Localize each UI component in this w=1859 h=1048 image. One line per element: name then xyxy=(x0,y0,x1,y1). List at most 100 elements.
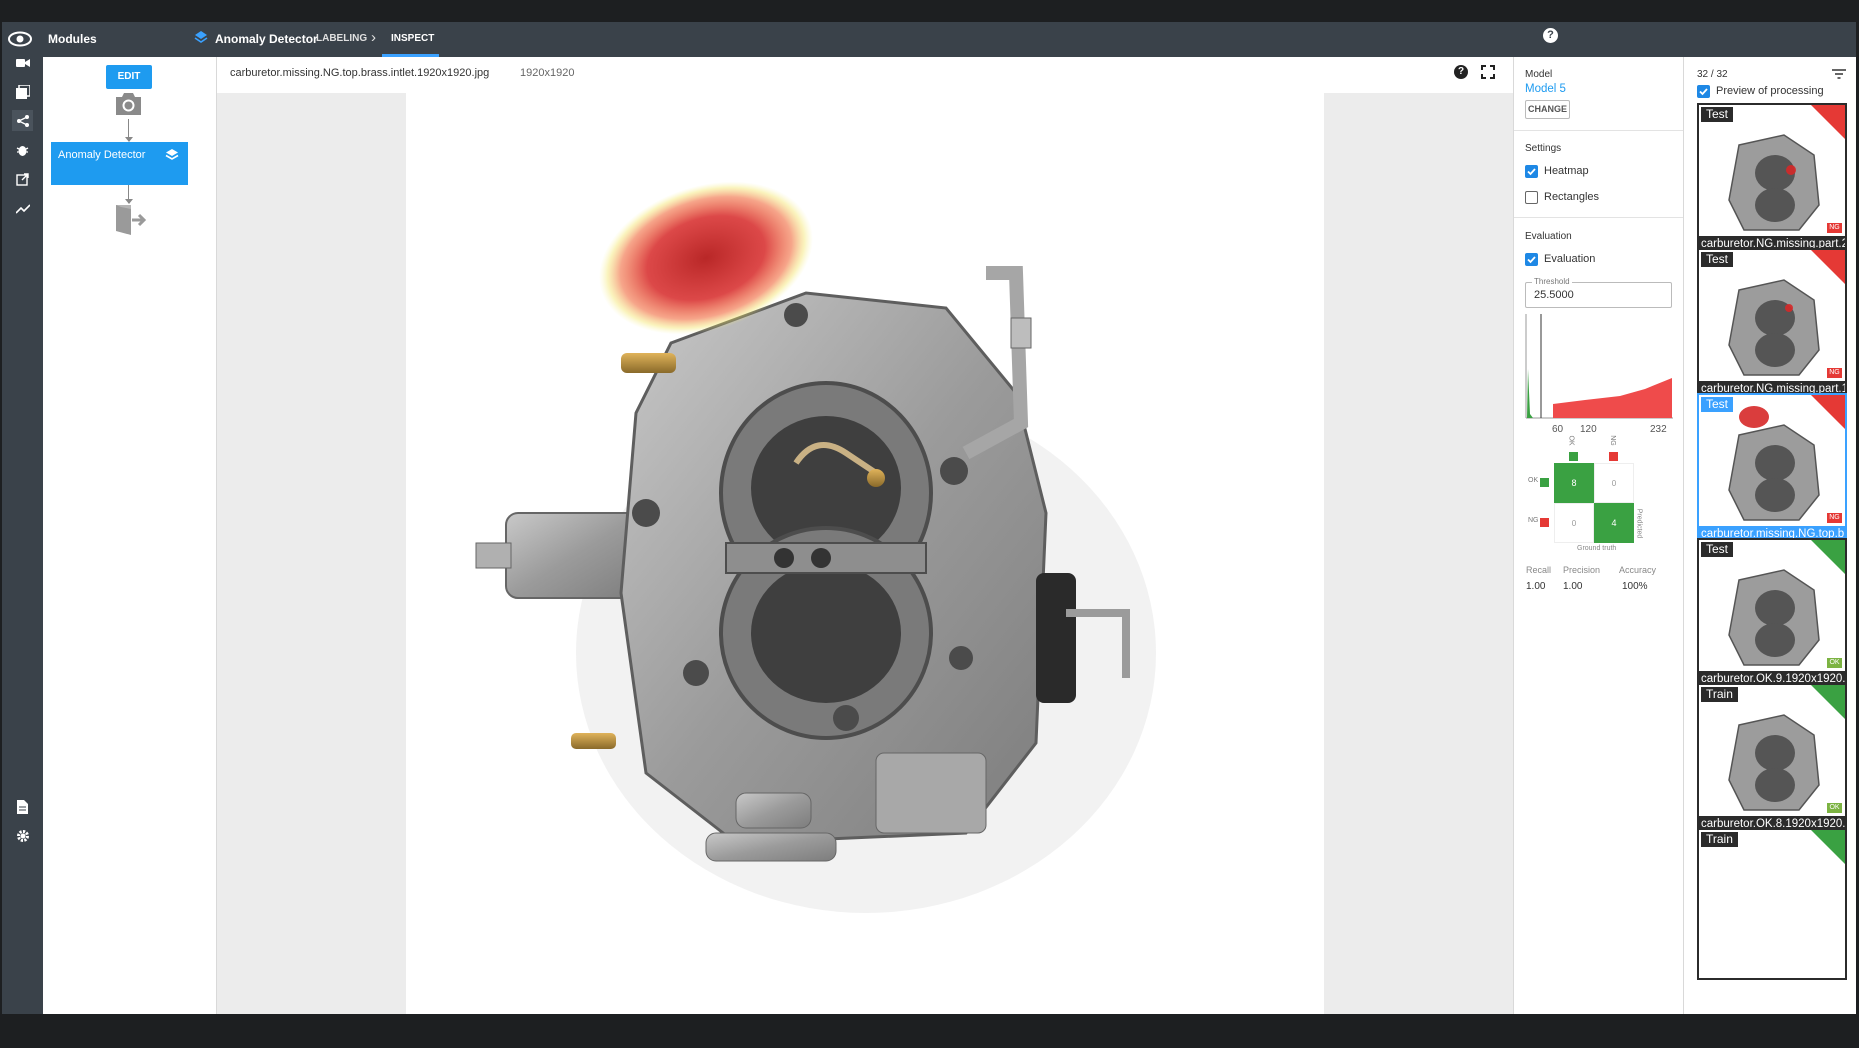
col-ok-label: OK xyxy=(1567,435,1575,446)
exit-icon xyxy=(113,203,147,242)
app-frame: Modules Anomaly Detector LABELING › INSP… xyxy=(0,0,1859,1048)
preview-processing-checkbox[interactable] xyxy=(1697,85,1710,98)
predicted-axis-label: Predicted xyxy=(1635,508,1643,539)
divider-1 xyxy=(1514,130,1684,131)
model-name-link[interactable]: Model 5 xyxy=(1525,83,1566,95)
thumbnail-tag: Test xyxy=(1701,252,1734,267)
modules-title: Modules xyxy=(48,32,97,46)
share-icon[interactable] xyxy=(12,110,33,131)
recall-label: Recall xyxy=(1526,565,1552,575)
image-viewer: carburetor.missing.NG.top.brass.intlet.1… xyxy=(217,57,1513,1014)
external-link-icon[interactable] xyxy=(12,169,33,190)
thumbnail-badge: OK xyxy=(1827,803,1842,813)
heatmap-label: Heatmap xyxy=(1544,165,1589,177)
row-ok-swatch xyxy=(1540,478,1549,487)
anomaly-detector-node-label: Anomaly Detector xyxy=(58,149,146,161)
eye-logo-icon[interactable] xyxy=(8,29,32,54)
thumbnail-tag: Test xyxy=(1701,107,1734,122)
ground-truth-axis-label: Ground truth xyxy=(1577,545,1617,552)
preview-processing-label: Preview of processing xyxy=(1716,85,1824,97)
thumbnail-card[interactable]: Test NG carburetor.NG.missing.part.1 xyxy=(1697,248,1847,400)
camera-icon xyxy=(113,90,144,122)
cell-ok-ok: 8 xyxy=(1554,463,1594,503)
anomaly-detector-node[interactable]: Anomaly Detector xyxy=(51,142,188,185)
row-ok-label: OK xyxy=(1528,477,1539,484)
camera-video-icon[interactable] xyxy=(12,52,33,73)
ok-corner-marker xyxy=(1811,685,1845,719)
gear-icon[interactable] xyxy=(12,825,33,846)
image-count: 32 / 32 xyxy=(1697,69,1728,80)
thumbnail-tag: Train xyxy=(1701,687,1738,702)
modules-panel: EDIT Anomaly Detector xyxy=(43,57,217,1014)
evaluation-label: Evaluation xyxy=(1544,253,1596,265)
bug-icon[interactable] xyxy=(12,139,33,160)
settings-section-title: Settings xyxy=(1525,143,1562,154)
chevron-right-icon: › xyxy=(371,29,376,46)
edit-button[interactable]: EDIT xyxy=(106,65,152,89)
thumbnail-badge: NG xyxy=(1827,513,1842,523)
precision-label: Precision xyxy=(1563,565,1601,575)
confusion-matrix: OK NG OK NG 8 0 0 4 Predicted Ground tru… xyxy=(1514,432,1684,557)
ng-corner-marker xyxy=(1811,105,1845,139)
rectangles-checkbox[interactable] xyxy=(1525,191,1538,204)
precision-value: 1.00 xyxy=(1563,581,1583,592)
image-dimensions: 1920x1920 xyxy=(520,67,575,79)
col-ng-swatch xyxy=(1609,452,1618,461)
ok-corner-marker xyxy=(1811,830,1845,864)
accuracy-value: 100% xyxy=(1622,581,1648,592)
thumbnail-card[interactable]: Test OK carburetor.OK.9.1920x1920. xyxy=(1697,538,1847,690)
cell-ng-ok: 0 xyxy=(1554,503,1594,543)
thumbnail-tag: Test xyxy=(1701,397,1734,412)
trend-chart-icon[interactable] xyxy=(12,198,33,219)
fullscreen-icon[interactable] xyxy=(1481,65,1495,84)
thumbnail-badge: NG xyxy=(1827,223,1842,233)
help-button[interactable]: ? xyxy=(1543,28,1558,43)
divider-2 xyxy=(1514,217,1684,218)
thumbnail-panel: 32 / 32 Preview of processing Test NG ca… xyxy=(1683,57,1856,1014)
change-model-button[interactable]: CHANGE xyxy=(1525,100,1570,119)
layers-icon xyxy=(194,30,208,51)
recall-value: 1.00 xyxy=(1526,581,1546,592)
filter-icon[interactable] xyxy=(1832,67,1846,85)
document-icon[interactable] xyxy=(12,796,33,817)
ng-corner-marker xyxy=(1811,250,1845,284)
model-section-title: Model xyxy=(1525,69,1553,80)
left-rail xyxy=(2,57,43,1014)
thumbnail-tag: Test xyxy=(1701,542,1734,557)
thumbnail-card-selected[interactable]: Test NG carburetor.missing.NG.top.b xyxy=(1697,393,1847,545)
row-ng-swatch xyxy=(1540,518,1549,527)
images-icon[interactable] xyxy=(12,81,33,102)
app-title: Anomaly Detector xyxy=(215,32,318,46)
col-ng-label: NG xyxy=(1608,435,1616,446)
image-filename: carburetor.missing.NG.top.brass.intlet.1… xyxy=(230,67,490,79)
evaluation-checkbox[interactable] xyxy=(1525,253,1538,266)
thumbnail-card[interactable]: Test NG carburetor.NG.missing.part.2 xyxy=(1697,103,1847,255)
col-ok-swatch xyxy=(1569,452,1578,461)
rectangles-label: Rectangles xyxy=(1544,191,1600,203)
accuracy-label: Accuracy xyxy=(1619,565,1657,575)
row-ng-label: NG xyxy=(1528,517,1539,524)
evaluation-section-title: Evaluation xyxy=(1525,231,1572,242)
thumbnail-tag: Train xyxy=(1701,832,1738,847)
cell-ok-ng: 0 xyxy=(1594,463,1634,503)
thumbnail-card[interactable]: Train OK carburetor.OK.8.1920x1920. xyxy=(1697,683,1847,835)
thumbnail-card[interactable]: Train xyxy=(1697,828,1847,980)
score-histogram xyxy=(1525,314,1673,419)
ng-corner-marker xyxy=(1811,395,1845,429)
tab-labeling[interactable]: LABELING xyxy=(316,33,367,44)
threshold-field[interactable]: Threshold 25.5000 xyxy=(1525,277,1672,308)
viewer-header: carburetor.missing.NG.top.brass.intlet.1… xyxy=(217,57,1513,93)
layers-node-icon xyxy=(165,148,179,167)
help-circle-icon[interactable]: ? xyxy=(1454,65,1468,79)
top-bar: Modules Anomaly Detector LABELING › INSP… xyxy=(2,22,1856,57)
cell-ng-ng: 4 xyxy=(1594,503,1634,543)
thumbnail-badge: OK xyxy=(1827,658,1842,668)
ok-corner-marker xyxy=(1811,540,1845,574)
thumbnail-badge: NG xyxy=(1827,368,1842,378)
tab-inspect[interactable]: INSPECT xyxy=(391,33,434,44)
threshold-value: 25.5000 xyxy=(1534,289,1574,301)
carburetor-image xyxy=(475,181,1156,913)
heatmap-checkbox[interactable] xyxy=(1525,165,1538,178)
settings-panel: Model Model 5 CHANGE Settings Heatmap Re… xyxy=(1513,57,1684,1014)
inspection-canvas[interactable] xyxy=(406,93,1324,1014)
